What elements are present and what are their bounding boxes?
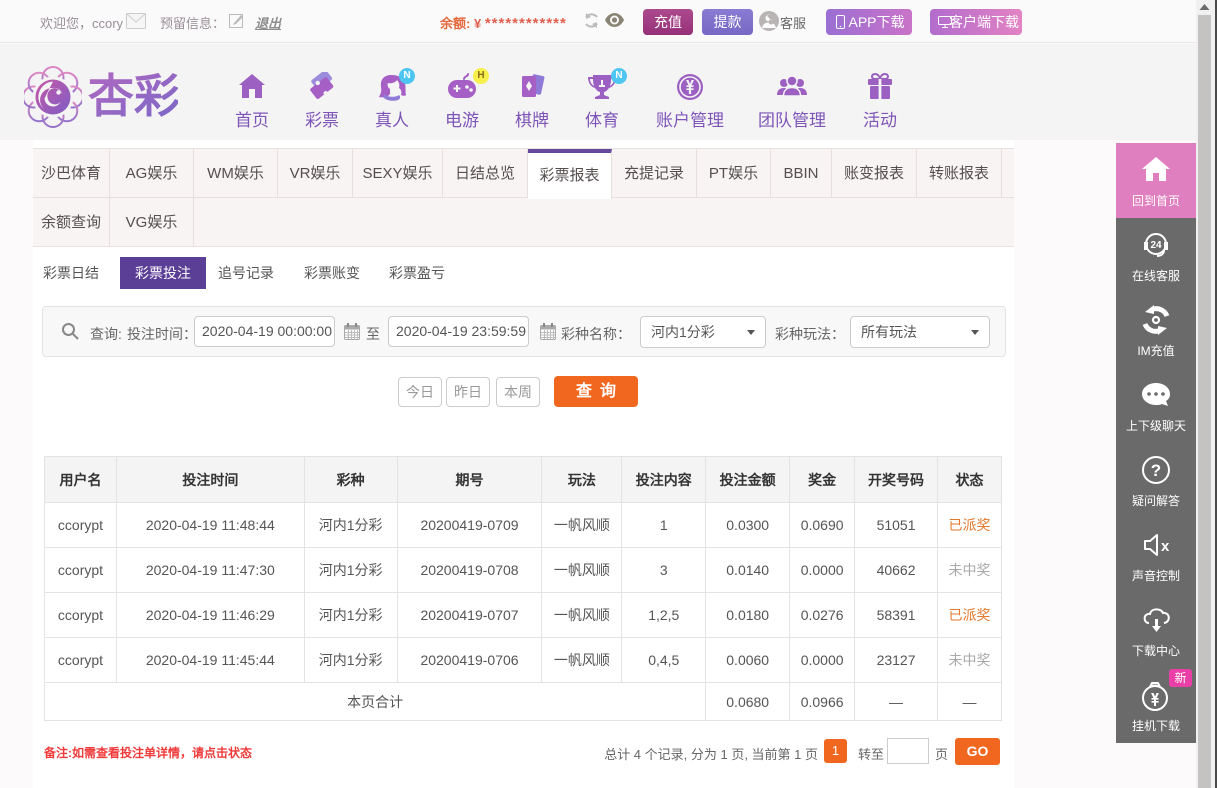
- svg-text:24: 24: [1150, 240, 1162, 251]
- svg-text:x: x: [1161, 538, 1170, 555]
- svg-text:?: ?: [1151, 461, 1161, 480]
- svg-text:杏彩: 杏彩: [88, 72, 178, 122]
